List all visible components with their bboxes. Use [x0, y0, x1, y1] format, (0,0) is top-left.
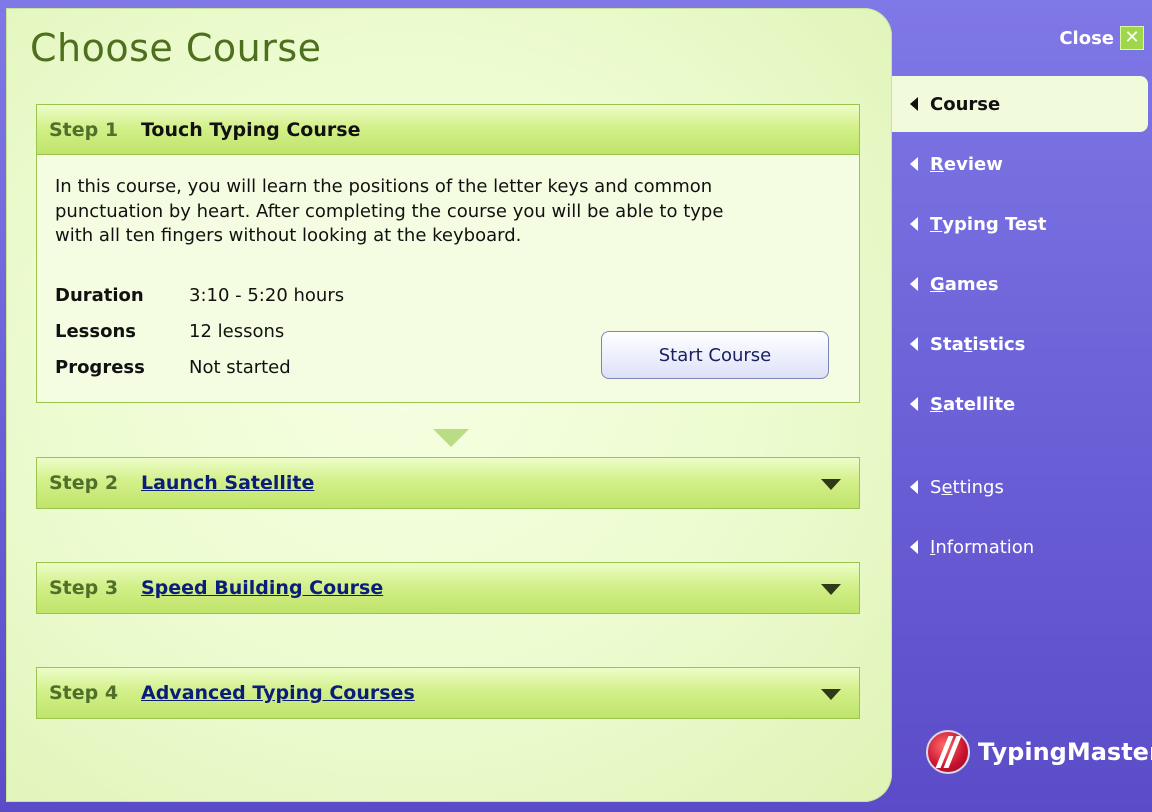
launch-satellite-link[interactable]: Launch Satellite: [141, 472, 314, 494]
main-panel: Choose Course Step 1 Touch Typing Course…: [6, 8, 892, 802]
mnemonic-letter: T: [930, 213, 943, 235]
step-2-panel[interactable]: Step 2 Launch Satellite: [36, 457, 860, 509]
start-course-button[interactable]: Start Course: [601, 331, 829, 379]
course-info-table: Duration 3:10 - 5:20 hours Lessons 12 le…: [55, 277, 344, 385]
close-icon[interactable]: ✕: [1120, 26, 1144, 50]
step-number: Step 1: [49, 118, 119, 141]
info-label: Progress: [55, 356, 145, 378]
info-label: Lessons: [55, 320, 136, 342]
sidebar-item-course[interactable]: Course: [910, 84, 1130, 124]
left-triangle-icon: [910, 480, 918, 494]
sidebar-item-label: ames: [944, 273, 999, 295]
step-4-header[interactable]: Step 4 Advanced Typing Courses: [37, 668, 859, 718]
sidebar-item-label: yping Test: [942, 213, 1047, 235]
info-row-lessons: Lessons 12 lessons: [55, 313, 344, 349]
close-label: Close: [1059, 27, 1114, 49]
step-number: Step 2: [49, 472, 119, 494]
info-value: Not started: [189, 356, 291, 378]
left-triangle-icon: [910, 217, 918, 231]
step-title: Touch Typing Course: [141, 118, 361, 141]
mnemonic-letter: t: [963, 333, 973, 355]
info-row-duration: Duration 3:10 - 5:20 hours: [55, 277, 344, 313]
sidebar-item-games[interactable]: Games: [910, 264, 1130, 304]
info-row-progress: Progress Not started: [55, 349, 344, 385]
sidebar-item-information[interactable]: Information: [910, 527, 1130, 567]
advanced-typing-courses-link[interactable]: Advanced Typing Courses: [141, 682, 415, 704]
brand-name: TypingMaster: [978, 738, 1152, 766]
step-3-header[interactable]: Step 3 Speed Building Course: [37, 563, 859, 613]
sidebar-item-label-pre: Sta: [930, 333, 964, 355]
close-button[interactable]: Close ✕: [1059, 26, 1144, 50]
sidebar-item-label: Course: [930, 93, 1001, 115]
step-4-panel[interactable]: Step 4 Advanced Typing Courses: [36, 667, 860, 719]
left-triangle-icon: [910, 397, 918, 411]
left-triangle-icon: [910, 337, 918, 351]
sidebar-item-typing-test[interactable]: Typing Test: [910, 204, 1130, 244]
step-number: Step 4: [49, 682, 119, 704]
sidebar-item-label: eview: [943, 153, 1003, 175]
info-label: Duration: [55, 284, 144, 306]
expand-arrow-icon[interactable]: [821, 479, 841, 490]
sidebar-item-label-post: ttings: [952, 476, 1004, 498]
mnemonic-letter: S: [930, 393, 943, 415]
course-description: In this course, you will learn the posit…: [55, 176, 724, 246]
left-triangle-icon: [910, 277, 918, 291]
sidebar-item-statistics[interactable]: Sta t istics: [910, 324, 1130, 364]
step-1-body: In this course, you will learn the posit…: [37, 155, 859, 402]
expand-arrow-icon[interactable]: [821, 689, 841, 700]
sidebar-item-label-pre: S: [930, 476, 942, 498]
typingmaster-logo-icon: [926, 730, 970, 774]
down-arrow-icon: [433, 429, 469, 447]
step-1-header: Step 1 Touch Typing Course: [37, 105, 859, 155]
sidebar-item-label-post: istics: [972, 333, 1026, 355]
mnemonic-letter: e: [941, 476, 953, 498]
mnemonic-letter: R: [930, 153, 944, 175]
page-title: Choose Course: [30, 26, 322, 70]
info-value: 3:10 - 5:20 hours: [189, 284, 345, 306]
brand-logo-area: TypingMaster: [926, 730, 1152, 774]
sidebar-item-satellite[interactable]: Satellite: [910, 384, 1130, 424]
sidebar-item-label: nformation: [935, 536, 1035, 558]
sidebar-item-settings[interactable]: Se ttings: [910, 467, 1130, 507]
expand-arrow-icon[interactable]: [821, 584, 841, 595]
speed-building-course-link[interactable]: Speed Building Course: [141, 577, 383, 599]
left-triangle-icon: [910, 540, 918, 554]
mnemonic-letter: G: [930, 273, 945, 295]
step-2-header[interactable]: Step 2 Launch Satellite: [37, 458, 859, 508]
sidebar-item-label: atellite: [942, 393, 1016, 415]
left-triangle-icon: [910, 97, 918, 111]
step-1-panel: Step 1 Touch Typing Course In this cours…: [36, 104, 860, 403]
step-number: Step 3: [49, 577, 119, 599]
step-3-panel[interactable]: Step 3 Speed Building Course: [36, 562, 860, 614]
sidebar-item-review[interactable]: Review: [910, 144, 1130, 184]
left-triangle-icon: [910, 157, 918, 171]
info-value: 12 lessons: [189, 320, 285, 342]
